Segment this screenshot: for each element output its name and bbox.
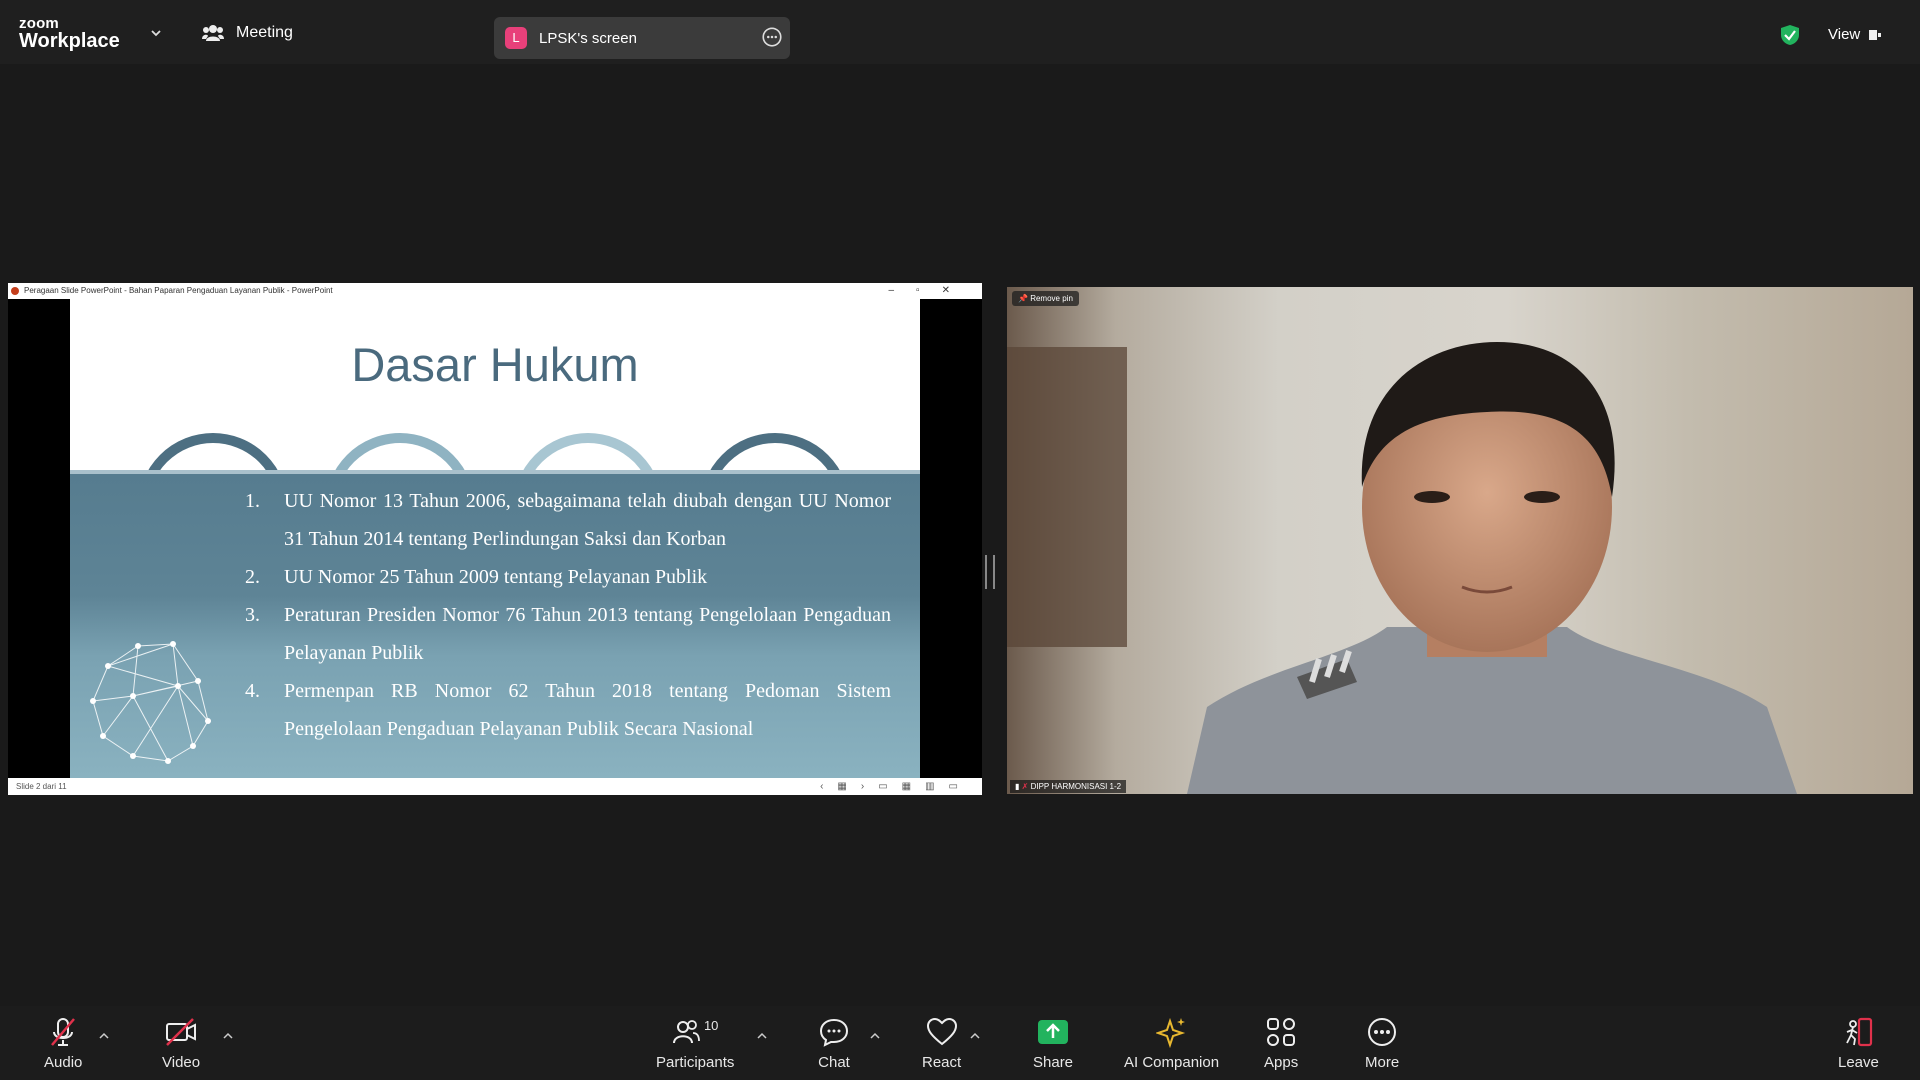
chat-button[interactable]: Chat [818,1016,850,1071]
participants-icon-group: 10 [672,1016,718,1048]
window-controls: –▫✕ [888,285,972,296]
chevron-up-icon[interactable] [870,1032,880,1039]
screen-share-name: LPSK's screen [539,29,637,47]
remove-pin-button[interactable]: 📌 Remove pin [1012,291,1079,306]
network-globe-graphic [90,641,211,764]
powerpoint-icon [11,287,19,295]
ai-companion-button[interactable]: AI Companion [1124,1016,1219,1071]
view-button[interactable]: View [1828,26,1882,43]
security-shield-icon[interactable] [1780,24,1800,46]
apps-grid-icon [1267,1018,1296,1046]
list-item: 4. Permenpan RB Nomor 62 Tahun 2018 tenta… [245,672,891,748]
view-label: View [1828,26,1861,43]
screen-share-indicator[interactable]: L LPSK's screen [494,17,790,59]
presentation-slide: Dasar Hukum 1. UU Nomor 13 Tahun 2006, se… [70,299,920,778]
chevron-up-icon[interactable] [99,1032,109,1039]
leave-icon [1846,1017,1873,1047]
list-item-number: 1. [245,490,260,512]
participant-video-tile[interactable]: 📌 Remove pin ▮ ✗ DIPP HARMONISASI 1-2 [1007,287,1913,794]
participants-button[interactable]: 10 Participants [656,1016,734,1071]
sparkle-icon [1155,1017,1185,1048]
top-bar: zoom Workplace Meeting L LPSK's screen V… [0,0,1920,64]
pin-icon: 📌 [1018,294,1028,303]
more-button[interactable]: More [1365,1016,1399,1071]
share-button[interactable]: Share [1033,1016,1073,1071]
share-label: Share [1033,1054,1074,1071]
view-layout-icon [1869,29,1882,40]
react-button[interactable]: React [922,1016,961,1071]
apps-button[interactable]: Apps [1264,1016,1298,1071]
list-item-text: Permenpan RB Nomor 62 Tahun 2018 tentang… [284,680,891,740]
chat-icon [819,1018,849,1047]
video-label: Video [162,1054,201,1071]
microphone-muted-icon [51,1018,76,1046]
leave-label: Leave [1838,1054,1879,1071]
presenter-avatar: L [505,27,527,49]
video-button[interactable]: Video [162,1016,200,1071]
slide-bullet-list: 1. UU Nomor 13 Tahun 2006, sebagaimana te… [245,482,891,748]
leave-button[interactable]: Leave [1838,1016,1879,1071]
ai-companion-label: AI Companion [1124,1054,1220,1071]
list-item-text: Peraturan Presiden Nomor 76 Tahun 2013 t… [284,604,891,664]
list-item: 1. UU Nomor 13 Tahun 2006, sebagaimana te… [245,482,891,558]
meeting-info-button[interactable]: Meeting [202,24,293,42]
logo-big-text: Workplace [19,30,120,52]
powerpoint-window-title: Peragaan Slide PowerPoint - Bahan Papara… [24,286,333,295]
chevron-up-icon[interactable] [223,1032,233,1039]
signal-strength-icon: ▮ [1015,782,1020,791]
chevron-up-icon[interactable] [757,1032,767,1039]
chevron-down-icon[interactable] [151,28,161,38]
list-item-number: 2. [245,566,260,588]
people-icon [202,25,224,41]
more-label: More [1365,1054,1400,1071]
audio-button[interactable]: Audio [44,1016,82,1071]
apps-label: Apps [1264,1054,1299,1071]
remove-pin-label: Remove pin [1030,294,1073,303]
chevron-up-icon[interactable] [970,1032,980,1039]
share-screen-icon [1038,1020,1069,1044]
participant-name-tag: ▮ ✗ DIPP HARMONISASI 1-2 [1010,780,1127,793]
list-item-text: UU Nomor 13 Tahun 2006, sebagaimana tela… [284,490,891,550]
list-item: 2. UU Nomor 25 Tahun 2009 tentang Pelayan… [245,558,891,596]
slide-counter: Slide 2 dari 11 [16,782,67,791]
list-item-number: 4. [245,680,260,702]
participants-icon [672,1020,700,1044]
powerpoint-status-bar: Slide 2 dari 11 ‹▦›▭▦▥▭ [8,778,982,795]
zoom-workplace-logo[interactable]: zoom Workplace [19,16,120,51]
shared-screen: Peragaan Slide PowerPoint - Bahan Papara… [8,283,982,795]
chat-label: Chat [818,1054,850,1071]
participants-count: 10 [703,1018,719,1033]
react-label: React [922,1054,962,1071]
more-options-icon[interactable] [762,27,782,47]
split-view-resize-handle[interactable] [985,555,995,589]
audio-label: Audio [44,1054,83,1071]
list-item: 3. Peraturan Presiden Nomor 76 Tahun 2013… [245,596,891,672]
list-item-text: UU Nomor 25 Tahun 2009 tentang Pelayanan… [284,566,708,588]
mic-muted-icon: ✗ [1021,782,1029,791]
slide-title: Dasar Hukum [351,338,639,391]
powerpoint-title-bar: Peragaan Slide PowerPoint - Bahan Papara… [8,283,982,299]
more-dots-icon [1368,1018,1397,1046]
camera-off-icon [166,1018,197,1046]
participants-label: Participants [656,1054,735,1071]
heart-icon [926,1017,957,1046]
participant-name: DIPP HARMONISASI 1-2 [1030,782,1122,791]
slideshow-controls[interactable]: ‹▦›▭▦▥▭ [820,778,972,795]
meeting-controls-toolbar: Audio Video 10 Participants Chat React S… [0,1006,1920,1080]
meeting-label: Meeting [236,24,293,41]
participant-video-feed [1007,342,1797,794]
list-item-number: 3. [245,604,260,626]
logo-small-text: zoom [19,15,59,32]
